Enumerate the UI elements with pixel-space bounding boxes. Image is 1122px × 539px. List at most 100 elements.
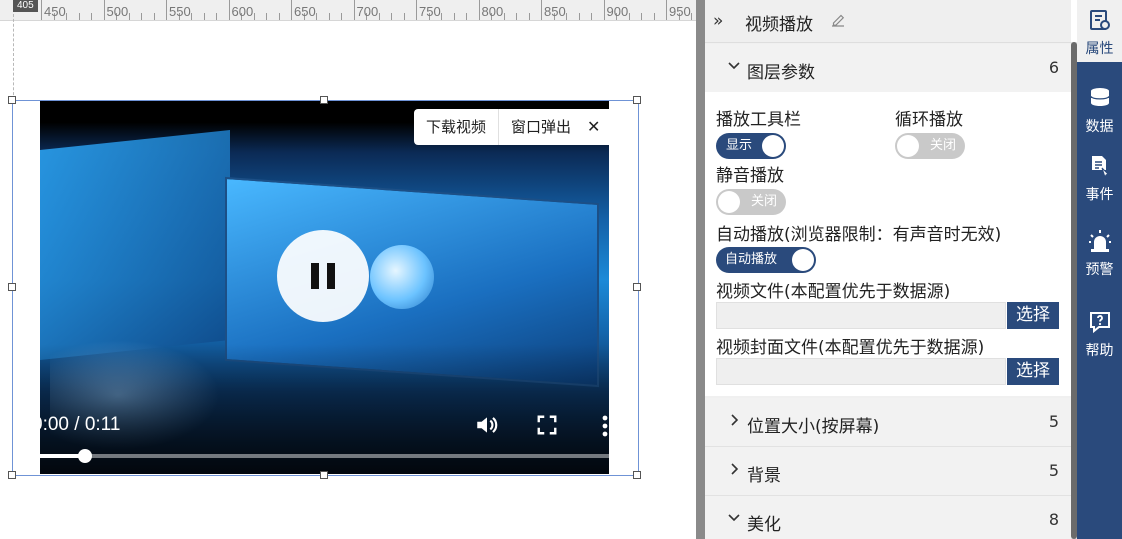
ruler-tick [528,13,530,20]
ruler-tick [628,13,630,20]
ruler-tick [66,13,67,20]
property-panel: » 视频播放 图层参数 6 播放工具栏 显示 循环播放 关闭 静音播放 关闭 自… [705,0,1071,539]
help-icon [1090,312,1110,334]
ruler-tick [278,13,280,20]
popout-window-item[interactable]: 窗口弹出 [499,109,583,145]
property-icon [1090,10,1110,30]
section-beautify[interactable]: 美化 8 [705,496,1071,539]
ruler-tick [103,0,105,20]
ruler-tick [578,13,580,20]
chevron-right-icon [731,463,739,475]
strip-item-label: 帮助 [1085,343,1114,359]
strip-item-alarm[interactable]: 预警 [1077,221,1122,283]
horizontal-ruler: 405 450 500 550 600 650 700 750 800 850 900 950 [0,0,696,21]
database-icon [1090,88,1110,106]
section-count: 5 [1048,412,1059,431]
resize-handle-top-left[interactable] [8,96,16,104]
ruler-tick [328,13,330,20]
autoplay-label: 自动播放(浏览器限制：有声音时无效) [716,225,1002,245]
section-title: 图层参数 [747,63,815,83]
ruler-tick [41,0,42,20]
resize-handle-right[interactable] [633,283,641,291]
ruler-tick [266,13,267,20]
section-count: 6 [1048,58,1059,77]
mute-toggle[interactable]: 关闭 [716,189,786,215]
ruler-tick [378,13,380,20]
ruler-label: 900 [606,4,629,19]
alarm-icon [1089,230,1111,252]
mute-label: 静音播放 [716,166,784,186]
ruler-tick [641,13,642,20]
ruler-tick [291,0,292,20]
section-background[interactable]: 背景 5 [705,447,1071,496]
ruler-label: 750 [419,4,441,19]
autoplay-toggle[interactable]: 自动播放 [716,247,816,273]
ruler-tick [78,13,80,20]
resize-handle-left[interactable] [8,283,16,291]
strip-item-event[interactable]: 事件 [1077,146,1122,208]
strip-item-label: 属性 [1085,41,1114,57]
strip-item-data[interactable]: 数据 [1077,78,1122,140]
section-position-size[interactable]: 位置大小(按屏幕) 5 [705,398,1071,447]
collapse-panel-icon[interactable]: » [713,11,723,31]
edit-title-icon[interactable] [829,11,847,33]
toolbar-toggle[interactable]: 显示 [716,133,786,159]
video-file-select-button[interactable]: 选择 [1007,302,1059,329]
toggle-text: 关闭 [929,138,956,153]
toggle-text: 关闭 [750,194,777,209]
ruler-tick [666,0,667,20]
ruler-label: 700 [356,4,379,19]
ruler-tick [228,0,230,20]
ruler-label: 500 [106,4,129,19]
ruler-tick [316,13,317,20]
ruler-label: 550 [169,4,191,19]
section-layer-params[interactable]: 图层参数 6 [705,44,1071,93]
strip-item-label: 事件 [1085,187,1114,203]
section-title: 位置大小(按屏幕) [747,417,880,437]
component-title: 视频播放 [745,15,813,35]
resize-handle-top-right[interactable] [633,96,641,104]
section-title: 背景 [747,466,781,486]
resize-handle-bottom-left[interactable] [8,471,16,479]
strip-item-property[interactable]: 属性 [1077,0,1122,62]
ruler-tick [216,13,217,20]
chevron-down-icon [728,514,740,522]
ruler-tick [353,0,355,20]
cover-file-select-button[interactable]: 选择 [1007,358,1059,385]
ruler-tick [516,13,517,20]
strip-item-help[interactable]: 帮助 [1077,302,1122,364]
panel-header: » 视频播放 [705,0,1071,43]
loop-toggle[interactable]: 关闭 [895,133,965,159]
event-icon [1092,156,1109,178]
resize-handle-top[interactable] [320,96,328,104]
cover-file-input[interactable] [716,358,1006,385]
ruler-label: 950 [669,4,691,19]
ruler-tick [591,13,592,20]
ruler-tick [153,13,155,20]
section-count: 5 [1048,461,1059,480]
ruler-tick [478,0,480,20]
design-canvas[interactable]: 405 450 500 550 600 650 700 750 800 850 900 950 0:… [0,0,696,539]
strip-item-label: 数据 [1085,119,1114,135]
ruler-position-badge: 405 [13,0,38,12]
ruler-tick [453,13,455,20]
toolbar-label: 播放工具栏 [716,110,801,130]
selection-box [12,100,639,476]
layer-params-body: 播放工具栏 显示 循环播放 关闭 静音播放 关闭 自动播放(浏览器限制：有声音时… [705,92,1071,396]
download-video-item[interactable]: 下载视频 [414,109,498,145]
resize-handle-bottom-right[interactable] [633,471,641,479]
ruler-label: 450 [44,4,66,19]
panel-splitter[interactable] [696,0,705,539]
ruler-tick [341,13,342,20]
section-count: 8 [1048,510,1059,529]
toggle-knob [718,191,740,213]
video-file-input[interactable] [716,302,1006,329]
toggle-knob [762,135,784,157]
resize-handle-bottom[interactable] [320,471,328,479]
close-menu-icon[interactable]: ✕ [583,109,604,145]
ruler-tick [603,0,605,20]
loop-label: 循环播放 [895,110,963,130]
ruler-label: 850 [544,4,566,19]
ruler-tick [566,13,567,20]
ruler-tick [416,0,417,20]
